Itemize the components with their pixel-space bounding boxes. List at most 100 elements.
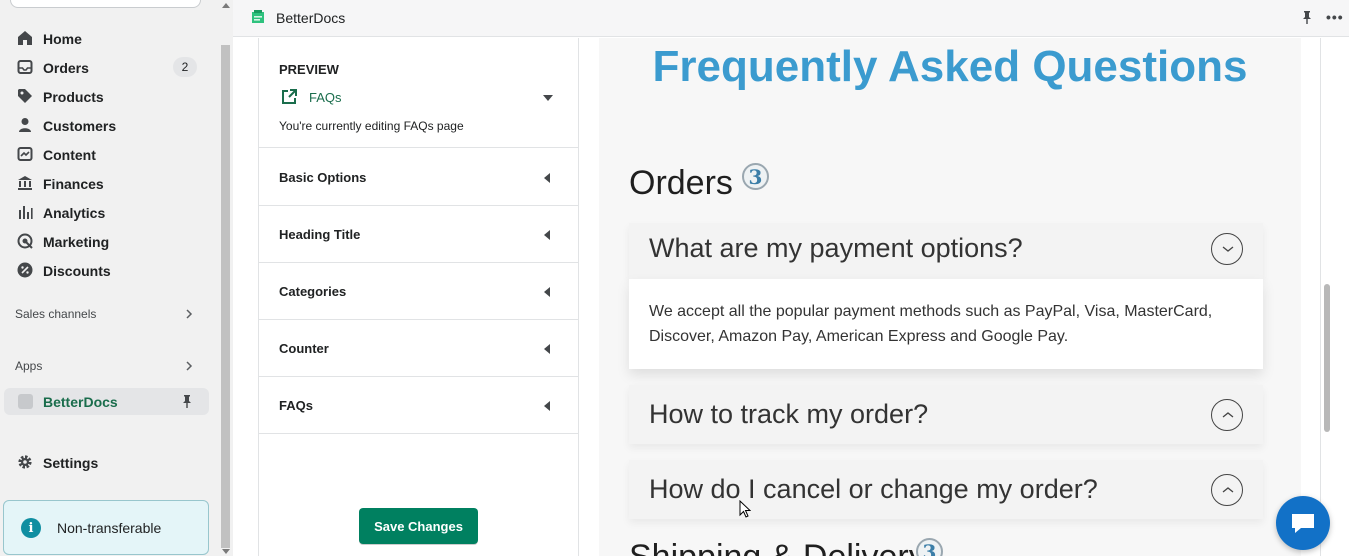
faq-question[interactable]: How to track my order?	[629, 385, 1263, 444]
admin-sidebar: Home Orders 2 Products Customers Content…	[0, 0, 220, 556]
preview-section: PREVIEW FAQs You're currently editing FA…	[259, 38, 578, 148]
app-icon	[18, 394, 33, 409]
info-icon: i	[21, 518, 41, 538]
target-icon	[17, 233, 33, 249]
chevron-right-icon[interactable]	[183, 360, 195, 372]
toggle-button[interactable]	[1211, 399, 1243, 431]
answer-text: We accept all the popular payment method…	[649, 303, 1213, 345]
person-icon	[19, 118, 31, 132]
faq-preview: Frequently Asked Questions Orders 3 What…	[580, 38, 1320, 556]
toggle-button[interactable]	[1211, 474, 1243, 506]
section-label: Heading Title	[279, 227, 361, 242]
sidebar-item-finances[interactable]: Finances	[0, 169, 210, 198]
search-input[interactable]	[10, 0, 201, 8]
pin-icon[interactable]	[1300, 10, 1314, 24]
section-label: Basic Options	[279, 170, 367, 185]
collapse-arrow-icon	[544, 173, 550, 183]
external-link-icon[interactable]	[281, 88, 298, 105]
chevron-up-icon	[1222, 412, 1234, 418]
section-categories[interactable]: Categories	[259, 263, 578, 320]
settings-panel: PREVIEW FAQs You're currently editing FA…	[258, 38, 579, 556]
section-label: FAQs	[279, 398, 313, 413]
collapse-arrow-icon	[544, 344, 550, 354]
sidebar-item-label: Customers	[43, 117, 117, 134]
tag-icon	[18, 89, 32, 103]
faq-question[interactable]: What are my payment options?	[629, 223, 1263, 279]
non-transferable-text: Non-transferable	[57, 520, 162, 536]
chat-bubble-icon	[1292, 514, 1314, 533]
editing-note: You're currently editing FAQs page	[279, 119, 464, 133]
chat-button[interactable]	[1276, 496, 1330, 550]
sidebar-item-settings[interactable]: Settings	[0, 448, 210, 477]
scrollbar-thumb[interactable]	[1324, 284, 1330, 432]
orders-icon	[17, 60, 33, 74]
collapse-arrow-icon	[544, 287, 550, 297]
mouse-cursor-icon	[739, 500, 751, 518]
collapse-arrow-icon	[544, 230, 550, 240]
category-count-badge: 3	[916, 538, 943, 556]
sidebar-item-label: Home	[43, 30, 82, 47]
sidebar-item-discounts[interactable]: Discounts	[0, 256, 210, 285]
sidebar-item-label: Analytics	[43, 204, 106, 221]
scroll-up-arrow[interactable]	[222, 3, 230, 8]
toggle-button[interactable]	[1211, 233, 1243, 265]
non-transferable-banner[interactable]: i Non-transferable	[3, 500, 209, 555]
sidebar-item-orders[interactable]: Orders 2	[0, 53, 210, 82]
sidebar-item-marketing[interactable]: Marketing	[0, 227, 210, 256]
preview-heading: PREVIEW	[279, 62, 339, 77]
question-text: How do I cancel or change my order?	[649, 474, 1098, 504]
sidebar-item-label: Finances	[43, 175, 104, 192]
sidebar-item-label: Marketing	[43, 233, 110, 250]
home-icon	[18, 31, 32, 45]
sidebar-item-customers[interactable]: Customers	[0, 111, 210, 140]
sidebar-item-label: Settings	[43, 454, 99, 471]
sidebar-item-label: BetterDocs	[43, 394, 118, 410]
discount-icon	[17, 262, 33, 278]
chevron-right-icon[interactable]	[183, 308, 195, 320]
sales-channels-heading: Sales channels	[15, 307, 97, 321]
apps-heading: Apps	[15, 359, 43, 373]
question-text: How to track my order?	[649, 399, 929, 429]
section-faqs[interactable]: FAQs	[259, 377, 578, 434]
orders-count-badge: 2	[173, 57, 197, 77]
more-actions-button[interactable]: •••	[1326, 9, 1344, 25]
page-selector[interactable]: FAQs	[309, 90, 342, 105]
chevron-up-icon	[1222, 487, 1234, 493]
gear-icon	[18, 455, 32, 469]
section-label: Categories	[279, 284, 347, 299]
dropdown-caret-icon[interactable]	[543, 95, 553, 101]
sidebar-scrollbar[interactable]	[219, 0, 232, 556]
section-basic-options[interactable]: Basic Options	[259, 149, 578, 206]
category-count-badge: 3	[742, 163, 769, 190]
section-heading-title[interactable]: Heading Title	[259, 206, 578, 263]
faq-page: Frequently Asked Questions Orders 3 What…	[599, 38, 1301, 556]
category-title: Orders	[629, 164, 733, 202]
sidebar-item-content[interactable]: Content	[0, 140, 210, 169]
sidebar-item-products[interactable]: Products	[0, 82, 210, 111]
pin-icon[interactable]	[180, 394, 194, 408]
bar-chart-icon	[19, 206, 33, 219]
scroll-down-arrow[interactable]	[222, 549, 230, 554]
question-text: What are my payment options?	[649, 233, 1023, 263]
scrollbar-track	[1320, 38, 1321, 556]
bank-icon	[18, 176, 32, 190]
sidebar-item-betterdocs[interactable]: BetterDocs	[4, 388, 209, 415]
save-changes-button[interactable]: Save Changes	[359, 508, 478, 544]
app-frame: BetterDocs ••• PREVIEW FAQs You're curre…	[233, 0, 1349, 556]
section-counter[interactable]: Counter	[259, 320, 578, 377]
sidebar-item-label: Orders	[43, 59, 89, 76]
preview-scrollbar[interactable]	[1320, 38, 1333, 556]
chevron-down-icon	[1222, 246, 1234, 252]
sidebar-item-label: Content	[43, 146, 96, 163]
sidebar-item-label: Discounts	[43, 262, 111, 279]
faq-page-title: Frequently Asked Questions	[652, 42, 1248, 91]
category-title: Shipping & Delivery	[629, 538, 926, 556]
scrollbar-thumb[interactable]	[221, 45, 230, 548]
sidebar-item-home[interactable]: Home	[0, 24, 210, 53]
sidebar-item-analytics[interactable]: Analytics	[0, 198, 210, 227]
faq-question[interactable]: How do I cancel or change my order?	[629, 460, 1263, 519]
section-label: Counter	[279, 341, 329, 356]
content-icon	[17, 147, 33, 161]
faq-answer: We accept all the popular payment method…	[629, 279, 1263, 369]
app-title: BetterDocs	[276, 10, 346, 26]
